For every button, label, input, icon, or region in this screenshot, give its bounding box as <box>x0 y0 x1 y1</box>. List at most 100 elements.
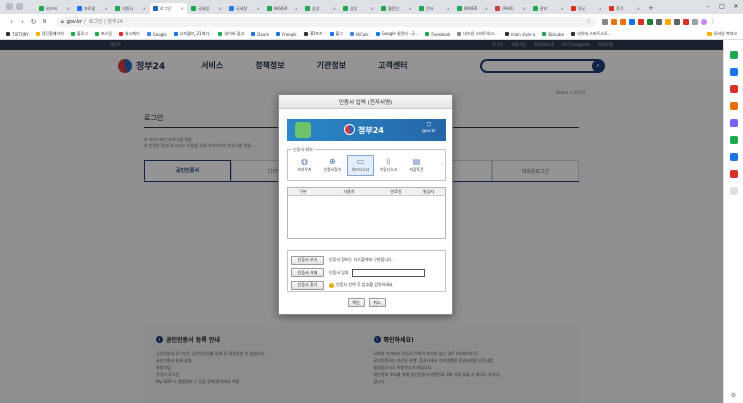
extension-icon[interactable] <box>656 18 662 25</box>
close-tab-icon[interactable]: × <box>485 6 488 11</box>
bookmark-star-icon[interactable]: ☆ <box>587 19 591 25</box>
close-tab-icon[interactable]: × <box>257 6 260 11</box>
close-tab-icon[interactable]: × <box>143 6 146 11</box>
close-window-button[interactable]: ✕ <box>729 0 743 14</box>
forward-icon[interactable]: › <box>17 18 28 26</box>
close-tab-icon[interactable]: × <box>599 6 602 11</box>
browser-tab[interactable]: NAVER × <box>454 3 491 14</box>
bookmark-item[interactable]: 워시케이 <box>118 31 140 37</box>
browser-tab[interactable]: 상상 × <box>302 3 339 14</box>
bookmark-item[interactable]: TISTORY <box>6 32 29 37</box>
bookmark-item[interactable]: Google <box>146 32 167 37</box>
browser-tab[interactable]: 상상 × <box>340 3 377 14</box>
sidebar-app-icon[interactable] <box>729 153 738 161</box>
sidebar-app-icon[interactable] <box>729 68 738 76</box>
sidebar-app-icon[interactable] <box>729 119 738 127</box>
extension-icon[interactable] <box>665 18 671 25</box>
more-menu-icon[interactable]: ⋮ <box>710 18 716 25</box>
extension-icon[interactable] <box>638 18 644 25</box>
extension-icon[interactable] <box>683 18 689 25</box>
close-tab-icon[interactable]: × <box>181 6 184 11</box>
extension-icon[interactable] <box>620 18 626 25</box>
bookmark-item[interactable]: Facebook <box>425 32 450 37</box>
bookmark-item[interactable]: Daum <box>251 32 269 37</box>
avatar[interactable] <box>701 18 707 25</box>
close-tab-icon[interactable]: × <box>333 6 336 11</box>
bookmark-item[interactable]: main style a <box>504 32 535 37</box>
delete-certificate-button[interactable]: 인증서 삭제 <box>291 268 324 277</box>
close-tab-icon[interactable]: × <box>105 6 108 11</box>
chevron-right-icon[interactable]: › <box>441 162 443 167</box>
browser-tab[interactable]: 관리 × <box>530 3 567 14</box>
lock-icon[interactable]: 🔒︎ <box>61 19 64 25</box>
browser-tab[interactable]: NAVER × <box>264 3 301 14</box>
certificate-password-input[interactable] <box>351 268 425 277</box>
close-tab-icon[interactable]: × <box>523 6 526 11</box>
extension-icon[interactable] <box>602 18 608 25</box>
sidebar-app-icon[interactable] <box>729 170 738 178</box>
bookmark-item[interactable]: 오지월브_21계기.. <box>173 31 211 37</box>
close-tab-icon[interactable]: × <box>295 6 298 11</box>
bookmark-item[interactable]: HiCalc <box>349 32 369 37</box>
tab-search-icon[interactable] <box>16 3 23 10</box>
puzzle-icon[interactable] <box>692 18 698 25</box>
location-option[interactable]: ▤ 저장토큰 <box>403 155 430 176</box>
profile-icon[interactable] <box>6 3 13 10</box>
browser-tab[interactable]: 로그인 × <box>150 3 187 14</box>
bookmark-item[interactable]: 블그 <box>329 31 343 37</box>
sidebar-app-icon[interactable] <box>729 51 738 59</box>
browser-tab[interactable]: 육군 × <box>568 3 605 14</box>
bookmark-item[interactable]: 정진홈페이지 <box>35 31 64 37</box>
extension-icon[interactable] <box>647 18 653 25</box>
gear-icon[interactable]: ⚙ <box>731 392 736 399</box>
sidebar-app-icon[interactable] <box>729 102 738 110</box>
location-option[interactable]: ⊕ 인증서찾기 <box>319 155 346 176</box>
bookmark-item[interactable]: Google 릴린터 - 2... <box>375 31 418 37</box>
close-tab-icon[interactable]: × <box>447 6 450 11</box>
naver-search-icon[interactable]: N <box>39 19 50 25</box>
bookmark-item[interactable]: 블로그 <box>70 31 88 37</box>
sidebar-add-icon[interactable] <box>729 187 738 195</box>
bookmark-item[interactable]: Bizcube <box>542 32 564 37</box>
sidebar-app-icon[interactable] <box>729 85 738 93</box>
location-option[interactable]: ◍ 브라우저 <box>291 155 318 176</box>
close-tab-icon[interactable]: × <box>561 6 564 11</box>
reload-icon[interactable]: ↻ <box>28 18 39 26</box>
bookmark-item[interactable]: 3D프즈 <box>303 31 323 37</box>
extension-icon[interactable] <box>674 18 680 25</box>
browser-tab[interactable]: 후기 × <box>606 3 643 14</box>
close-tab-icon[interactable]: × <box>371 6 374 11</box>
extension-icon[interactable] <box>611 18 617 25</box>
browser-tab[interactable]: 프로필 × <box>74 3 111 14</box>
close-tab-icon[interactable]: × <box>409 6 412 11</box>
certificate-table[interactable]: 구분 사용자 만료일 발급자 <box>287 187 446 239</box>
close-tab-icon[interactable]: × <box>67 6 70 11</box>
browser-tab[interactable]: 국세청 × <box>188 3 225 14</box>
address-bar[interactable]: 🔒︎ gov.kr / 로그인 | 정부24 ☆ <box>56 16 596 27</box>
location-option[interactable]: ▭ 하드디스크 <box>347 155 374 176</box>
browser-tab[interactable]: (PHO) × <box>492 3 529 14</box>
bookmark-item[interactable]: 네이버 스마트스토... <box>571 31 612 37</box>
browser-tab[interactable]: 월응인 × <box>378 3 415 14</box>
bookmark-item[interactable]: 비즈용 스마트워크... <box>457 31 498 37</box>
bookmark-item[interactable]: Freepik <box>276 32 297 37</box>
extension-icon[interactable] <box>629 18 635 25</box>
minimize-button[interactable]: – <box>701 0 715 14</box>
bookmark-item[interactable]: 포스팅 <box>94 31 112 37</box>
sidebar-app-icon[interactable] <box>729 136 738 144</box>
browser-tab[interactable]: 지원사 × <box>112 3 149 14</box>
cancel-button[interactable]: 취소 <box>368 298 386 307</box>
close-tab-icon[interactable]: × <box>637 6 640 11</box>
back-icon[interactable]: ‹ <box>6 18 17 26</box>
browser-tab[interactable]: 비즈버 × <box>36 3 73 14</box>
browser-tab[interactable]: 국세청 × <box>226 3 263 14</box>
new-tab-button[interactable]: + <box>644 3 658 14</box>
bookmark-item[interactable]: 네이버 광고 <box>218 31 244 37</box>
location-option[interactable]: ⌷ 이동디스크 <box>375 155 402 176</box>
find-certificate-button[interactable]: 인증서 찾기 <box>291 280 324 290</box>
view-certificate-button[interactable]: 인증서 보기 <box>291 255 324 265</box>
ok-button[interactable]: 확인 <box>347 298 365 307</box>
close-tab-icon[interactable]: × <box>219 6 222 11</box>
browser-tab[interactable]: 인터 × <box>416 3 453 14</box>
mobile-bookmarks[interactable]: 모바일 북마크 <box>706 31 737 37</box>
